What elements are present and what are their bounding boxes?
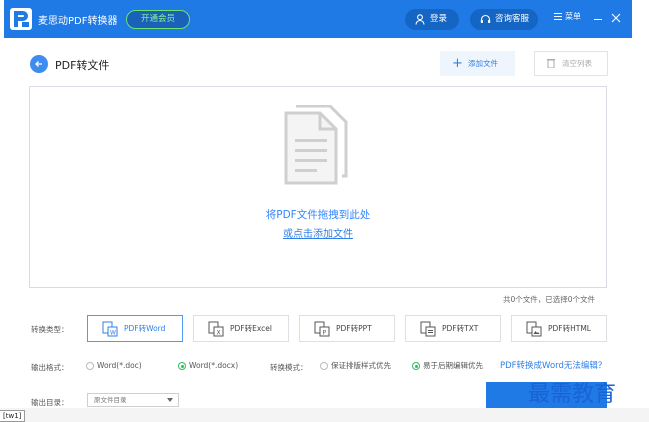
radio-label: 保证排版样式优先 <box>331 361 391 370</box>
pdf-to-txt-button[interactable]: PDF转TXT <box>405 315 501 342</box>
page-title: PDF转文件 <box>55 59 110 72</box>
menu-icon <box>554 13 562 20</box>
type-label: PDF转HTML <box>548 324 591 333</box>
vip-button[interactable]: 开通会员 <box>126 10 190 29</box>
radio-dot <box>412 362 420 370</box>
drop-hint-text: 将PDF文件拖拽到此处 <box>265 209 371 221</box>
arrow-left-icon <box>35 61 42 67</box>
watermark-text: 最需教育 <box>528 382 617 407</box>
svg-text:W: W <box>110 330 116 337</box>
app-title: 麦思动PDF转换器 <box>38 16 118 27</box>
radio-dot <box>320 362 328 370</box>
ppt-file-icon: P <box>314 321 330 337</box>
html-file-icon <box>526 321 542 337</box>
trash-icon <box>547 59 555 68</box>
output-dir-value: 原文件目录 <box>94 396 127 404</box>
help-link[interactable]: PDF转换成Word无法编辑？ <box>500 359 606 371</box>
pdf-to-word-button[interactable]: W PDF转Word <box>87 315 183 342</box>
txt-file-icon <box>420 321 436 337</box>
svg-text:X: X <box>217 330 221 337</box>
file-count-status: 共0个文件，已选择0个文件 <box>503 295 596 304</box>
close-icon[interactable] <box>610 11 622 25</box>
login-button[interactable]: 登录 <box>405 9 459 30</box>
radio-dot <box>178 362 186 370</box>
title-bar: 麦思动PDF转换器 开通会员 登录 咨询客服 菜单 <box>4 0 632 38</box>
pdf-to-html-button[interactable]: PDF转HTML <box>511 315 607 342</box>
login-label: 登录 <box>430 14 448 24</box>
radio-dot <box>86 362 94 370</box>
type-label: PDF转TXT <box>442 324 479 333</box>
conversion-mode-label: 转换模式： <box>270 363 308 372</box>
click-to-add-link[interactable]: 或点击添加文件 <box>283 229 353 240</box>
plus-icon: + <box>452 56 463 71</box>
service-label: 咨询客服 <box>495 14 530 24</box>
conversion-type-label: 转换类型： <box>31 325 69 334</box>
chevron-down-icon <box>167 398 173 402</box>
bottom-strip <box>0 408 649 422</box>
pdf-to-excel-button[interactable]: X PDF转Excel <box>193 315 289 342</box>
word-file-icon: W <box>102 321 118 337</box>
file-drop-zone[interactable]: 将PDF文件拖拽到此处 或点击添加文件 <box>29 86 607 288</box>
add-file-button[interactable]: + 添加文件 <box>440 51 515 76</box>
menu-button[interactable]: 菜单 <box>554 11 581 22</box>
radio-label: 易于后期编辑优先 <box>423 361 483 370</box>
add-file-label: 添加文件 <box>468 59 498 68</box>
radio-label: Word(*.docx) <box>189 361 239 370</box>
output-format-label: 输出格式： <box>31 363 69 372</box>
clear-list-button[interactable]: 清空列表 <box>534 51 608 76</box>
radio-label: Word(*.doc) <box>97 361 142 370</box>
type-label: PDF转Word <box>124 324 166 333</box>
app-logo-icon <box>10 8 32 30</box>
back-button[interactable] <box>30 55 48 73</box>
document-icon <box>284 105 348 185</box>
type-label: PDF转PPT <box>336 324 372 333</box>
clear-list-label: 清空列表 <box>562 59 592 68</box>
svg-text:P: P <box>323 330 327 337</box>
type-label: PDF转Excel <box>230 324 272 333</box>
menu-label: 菜单 <box>565 12 581 21</box>
minimize-icon[interactable] <box>592 11 604 25</box>
customer-service-button[interactable]: 咨询客服 <box>470 9 538 30</box>
taskbar-item[interactable]: [tw1] <box>0 410 26 422</box>
pdf-to-ppt-button[interactable]: P PDF转PPT <box>299 315 395 342</box>
output-dir-label: 输出目录： <box>31 398 69 407</box>
output-dir-select[interactable]: 原文件目录 <box>87 393 179 407</box>
excel-file-icon: X <box>208 321 224 337</box>
headset-icon <box>480 14 491 23</box>
user-icon <box>415 14 425 25</box>
